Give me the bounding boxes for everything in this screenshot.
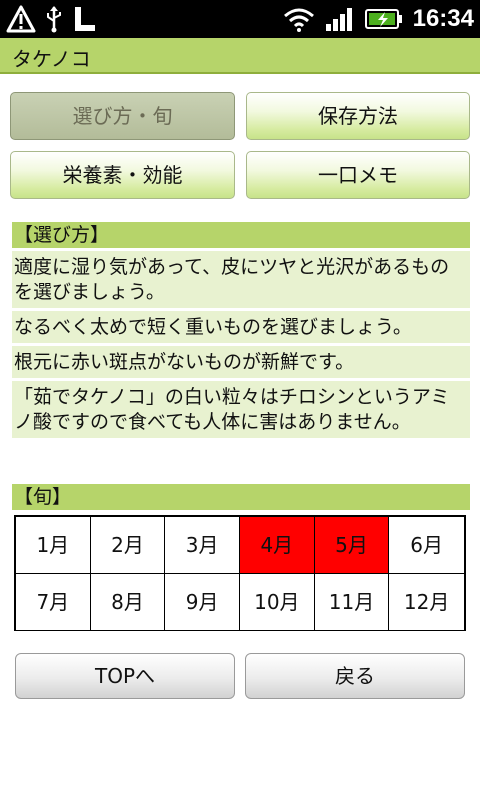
- tab-label: 一口メモ: [318, 163, 398, 187]
- month-cell: 7月: [16, 574, 91, 630]
- top-button-label: TOPへ: [94, 664, 156, 688]
- month-cell: 2月: [90, 517, 166, 574]
- month-cell: 4月: [239, 517, 315, 574]
- month-cell: 8月: [90, 574, 166, 630]
- tab-storage[interactable]: 保存方法: [246, 92, 470, 140]
- tab-label: 栄養素・効能: [62, 163, 183, 187]
- selection-header: 【選び方】: [12, 222, 470, 248]
- wifi-icon: [283, 8, 314, 32]
- tip-item: なるべく太めで短く重いものを選びましょう。: [12, 311, 470, 343]
- alert-icon: [6, 5, 36, 33]
- top-button[interactable]: TOPへ: [15, 653, 235, 699]
- month-cell: 5月: [314, 517, 390, 574]
- month-cell: 11月: [314, 574, 390, 630]
- usb-icon: [47, 6, 61, 33]
- tab-selection-season[interactable]: 選び方・旬: [10, 92, 235, 140]
- month-cell: 10月: [239, 574, 315, 630]
- month-cell: 1月: [16, 517, 91, 574]
- cell-signal-icon: [325, 8, 352, 31]
- back-button[interactable]: 戻る: [245, 653, 465, 699]
- signal-l-icon: [75, 7, 95, 31]
- battery-charging-icon: [364, 9, 402, 29]
- month-cell: 3月: [165, 517, 240, 574]
- season-calendar: 1月 2月 3月 4月 5月 6月 7月 8月 9月 10月 11月 12月: [14, 515, 466, 631]
- month-cell: 6月: [389, 517, 464, 574]
- title-bar: タケノコ: [0, 38, 480, 74]
- tab-memo[interactable]: 一口メモ: [246, 151, 470, 199]
- status-bar: 16:34: [0, 0, 480, 38]
- month-cell: 12月: [389, 574, 464, 630]
- status-bar-notifications: [6, 4, 98, 34]
- tab-label: 保存方法: [318, 104, 398, 128]
- tab-nutrition[interactable]: 栄養素・効能: [10, 151, 235, 199]
- tip-item: 「茹でタケノコ」の白い粒々はチロシンというアミノ酸ですので食べても人体に害はあり…: [12, 381, 470, 438]
- month-cell: 9月: [165, 574, 240, 630]
- tab-label: 選び方・旬: [72, 104, 173, 128]
- back-button-label: 戻る: [335, 664, 375, 688]
- clock: 16:34: [412, 5, 474, 32]
- tip-item: 適度に湿り気があって、皮にツヤと光沢があるものを選びましょう。: [12, 251, 470, 308]
- tip-item: 根元に赤い斑点がないものが新鮮です。: [12, 346, 470, 378]
- status-bar-system: 16:34: [283, 4, 474, 34]
- tips-list: 適度に湿り気があって、皮にツヤと光沢があるものを選びましょう。 なるべく太めで短…: [12, 248, 470, 438]
- page-title: タケノコ: [12, 47, 91, 71]
- season-header: 【旬】: [12, 484, 470, 510]
